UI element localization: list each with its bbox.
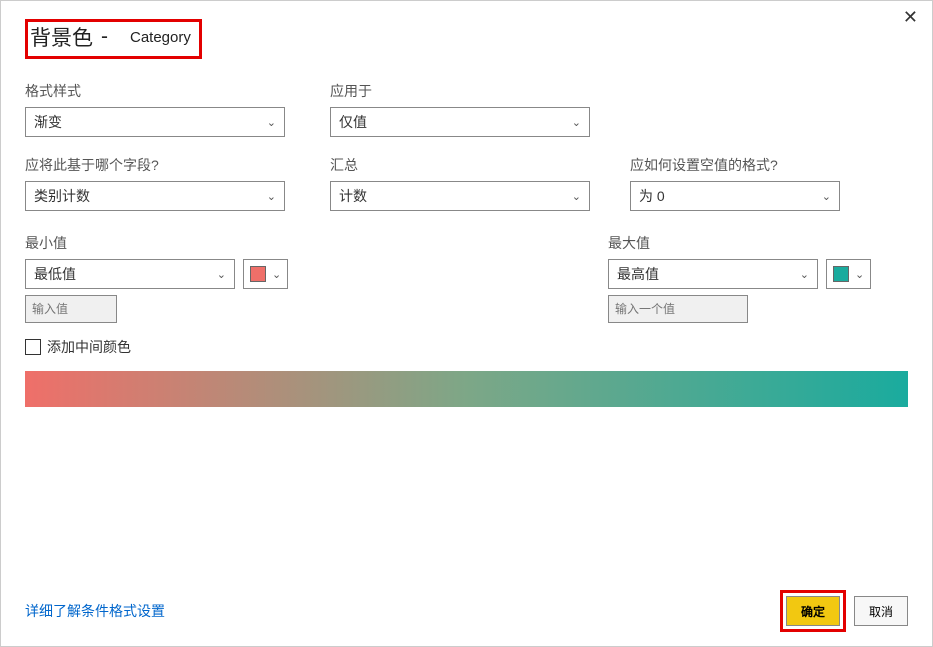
chevron-down-icon: ⌄ [800, 268, 809, 281]
cancel-button[interactable]: 取消 [854, 596, 908, 626]
empty-format-select[interactable]: 为 0 ⌄ [630, 181, 840, 211]
close-icon: ✕ [903, 7, 918, 27]
max-select-value: 最高值 [617, 264, 659, 284]
base-field-label: 应将此基于哪个字段? [25, 155, 330, 175]
format-style-select[interactable]: 渐变 ⌄ [25, 107, 285, 137]
chevron-down-icon: ⌄ [217, 268, 226, 281]
summarize-select[interactable]: 计数 ⌄ [330, 181, 590, 211]
title-dash: - [101, 25, 108, 49]
max-color-picker[interactable]: ⌄ [826, 259, 871, 289]
min-select-value: 最低值 [34, 264, 76, 284]
chevron-down-icon: ⌄ [267, 190, 276, 203]
close-button[interactable]: ✕ [903, 7, 918, 28]
min-color-swatch [250, 266, 266, 282]
format-style-label: 格式样式 [25, 81, 330, 101]
ok-button[interactable]: 确定 [786, 596, 840, 626]
apply-to-label: 应用于 [330, 81, 630, 101]
min-color-picker[interactable]: ⌄ [243, 259, 288, 289]
chevron-down-icon: ⌄ [822, 190, 831, 203]
apply-to-select[interactable]: 仅值 ⌄ [330, 107, 590, 137]
min-label: 最小值 [25, 233, 325, 253]
chevron-down-icon: ⌄ [855, 268, 864, 281]
chevron-down-icon: ⌄ [572, 116, 581, 129]
summarize-label: 汇总 [330, 155, 630, 175]
max-value-input[interactable] [608, 295, 748, 323]
empty-format-value: 为 0 [639, 186, 665, 206]
summarize-value: 计数 [339, 186, 367, 206]
base-field-select[interactable]: 类别计数 ⌄ [25, 181, 285, 211]
dialog-title: 背景色 [30, 22, 93, 52]
title-category: Category [130, 29, 191, 46]
max-select[interactable]: 最高值 ⌄ [608, 259, 818, 289]
max-color-swatch [833, 266, 849, 282]
apply-to-value: 仅值 [339, 112, 367, 132]
dialog-title-row: 背景色 - Category [25, 19, 908, 59]
chevron-down-icon: ⌄ [572, 190, 581, 203]
learn-more-link[interactable]: 详细了解条件格式设置 [25, 601, 165, 621]
min-value-input[interactable] [25, 295, 117, 323]
format-style-value: 渐变 [34, 112, 62, 132]
min-select[interactable]: 最低值 ⌄ [25, 259, 235, 289]
max-label: 最大值 [608, 233, 908, 253]
empty-format-label: 应如何设置空值的格式? [630, 155, 890, 175]
chevron-down-icon: ⌄ [272, 268, 281, 281]
midpoint-label: 添加中间颜色 [47, 337, 131, 357]
base-field-value: 类别计数 [34, 186, 90, 206]
midpoint-checkbox[interactable] [25, 339, 41, 355]
gradient-preview-bar [25, 371, 908, 407]
chevron-down-icon: ⌄ [267, 116, 276, 129]
title-highlight-box: 背景色 - Category [25, 19, 202, 59]
ok-highlight-box: 确定 [780, 590, 846, 632]
